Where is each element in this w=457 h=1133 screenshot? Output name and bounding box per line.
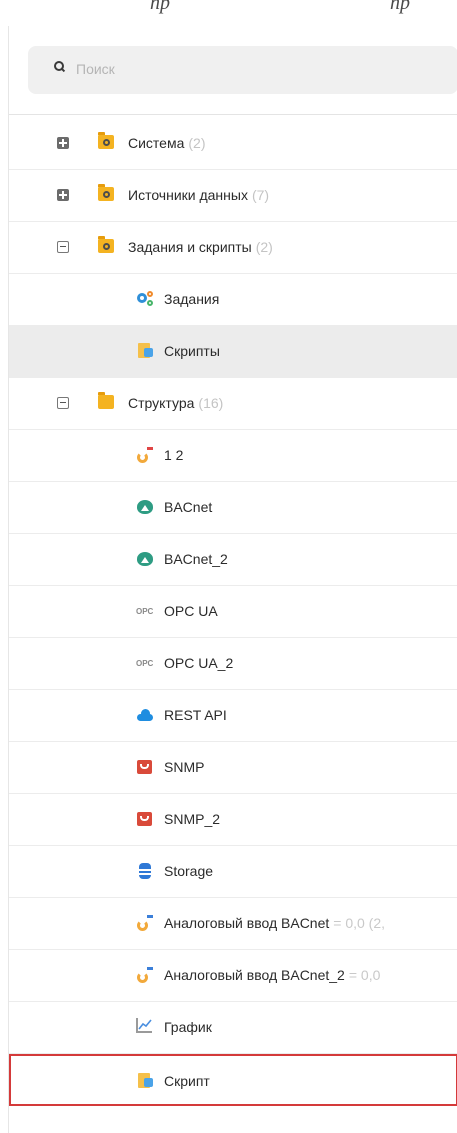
tree-node-struktura[interactable]: Структура (16) xyxy=(9,378,457,430)
tree-item-opc-ua[interactable]: OPC OPC UA xyxy=(9,586,457,638)
bacnet-icon xyxy=(136,550,154,568)
tree-item-label: OPC UA_2 xyxy=(164,655,234,671)
snmp-icon xyxy=(136,810,154,828)
tree-item-analog-bacnet[interactable]: Аналоговый ввод BACnet = 0,0 (2, xyxy=(9,898,457,950)
database-icon xyxy=(136,862,154,880)
tree-item-label: Аналоговый ввод BACnet = 0,0 (2, xyxy=(164,915,385,931)
tree-item-label: SNMP xyxy=(164,759,205,775)
top-partial-word-2: пр xyxy=(390,0,410,14)
search-input[interactable]: Поиск xyxy=(76,61,115,77)
script-icon xyxy=(136,1072,154,1090)
tree-item-bacnet-2[interactable]: BACnet_2 xyxy=(9,534,457,586)
collapse-icon[interactable] xyxy=(57,241,69,253)
tree-item-label: Скрипт xyxy=(164,1073,210,1089)
tree-item-snmp-2[interactable]: SNMP_2 xyxy=(9,794,457,846)
tree-item-label: BACnet_2 xyxy=(164,551,228,567)
node-name: Система xyxy=(128,135,185,151)
node-count: (2) xyxy=(188,135,206,151)
tree-item-label: REST API xyxy=(164,707,227,723)
item-value: = 0,0 xyxy=(348,967,381,983)
search-box[interactable]: Поиск xyxy=(28,46,457,94)
tree-item-storage[interactable]: Storage xyxy=(9,846,457,898)
item-name: Аналоговый ввод BACnet_2 xyxy=(164,967,345,983)
divider xyxy=(9,114,457,115)
analog-input-icon xyxy=(136,446,154,464)
node-count: (2) xyxy=(255,239,273,255)
expand-icon[interactable] xyxy=(57,189,69,201)
tree-item-label: OPC UA xyxy=(164,603,218,619)
tree-item-skript[interactable]: Скрипт xyxy=(9,1054,457,1106)
node-name: Источники данных xyxy=(128,187,248,203)
tree-item-opc-ua-2[interactable]: OPC OPC UA_2 xyxy=(9,638,457,690)
top-partial-word: пр xyxy=(150,0,170,14)
tree-item-label: Storage xyxy=(164,863,214,879)
search-icon xyxy=(54,61,64,71)
tree-node-sistema[interactable]: Система (2) xyxy=(9,118,457,170)
tree-node-label: Структура (16) xyxy=(128,395,223,411)
tree-node-label: Источники данных (7) xyxy=(128,187,269,203)
collapse-icon[interactable] xyxy=(57,397,69,409)
tree-node-zadaniya[interactable]: Задания xyxy=(9,274,457,326)
snmp-icon xyxy=(136,758,154,776)
cloud-icon xyxy=(136,706,154,724)
item-value: = 0,0 (2, xyxy=(333,915,386,931)
analog-input-icon xyxy=(136,966,154,984)
tree-node-label: Система (2) xyxy=(128,135,206,151)
tree-item-label: 1 2 xyxy=(164,447,184,463)
system-folder-icon xyxy=(98,236,114,253)
bacnet-icon xyxy=(136,498,154,516)
tree-item-label: BACnet xyxy=(164,499,213,515)
node-count: (16) xyxy=(198,395,224,411)
node-name: Задания и скрипты xyxy=(128,239,252,255)
tree-item-bacnet[interactable]: BACnet xyxy=(9,482,457,534)
tree-node-istochniki[interactable]: Источники данных (7) xyxy=(9,170,457,222)
opc-icon: OPC xyxy=(136,659,154,668)
tree-item-1-2[interactable]: 1 2 xyxy=(9,430,457,482)
tree-node-label: Задания и скрипты (2) xyxy=(128,239,273,255)
chart-icon xyxy=(136,1018,152,1033)
tree-node-label: Задания xyxy=(164,291,220,307)
node-count: (7) xyxy=(251,187,270,203)
tree-item-snmp[interactable]: SNMP xyxy=(9,742,457,794)
tree-node-skripty[interactable]: Скрипты xyxy=(9,326,457,378)
tree-item-analog-bacnet-2[interactable]: Аналоговый ввод BACnet_2 = 0,0 xyxy=(9,950,457,1002)
system-folder-icon xyxy=(98,132,114,149)
tree-item-rest-api[interactable]: REST API xyxy=(9,690,457,742)
node-name: Структура xyxy=(128,395,195,411)
jobs-gears-icon xyxy=(136,290,154,308)
analog-input-icon xyxy=(136,914,154,932)
tree-item-label: График xyxy=(164,1019,212,1035)
tree-panel: Поиск Система (2) Источники данных (7) Зад… xyxy=(8,26,457,1133)
system-folder-icon xyxy=(98,184,114,201)
item-name: Аналоговый ввод BACnet xyxy=(164,915,330,931)
top-partial-text: пр пр xyxy=(0,0,457,22)
expand-icon[interactable] xyxy=(57,137,69,149)
script-icon xyxy=(136,342,154,360)
tree-node-zadaniya-skripty[interactable]: Задания и скрипты (2) xyxy=(9,222,457,274)
folder-icon xyxy=(98,392,114,409)
tree-item-grafik[interactable]: График xyxy=(9,1002,457,1054)
tree-item-label: SNMP_2 xyxy=(164,811,221,827)
tree-item-label: Аналоговый ввод BACnet_2 = 0,0 xyxy=(164,967,380,983)
tree-node-label: Скрипты xyxy=(164,343,220,359)
opc-icon: OPC xyxy=(136,607,154,616)
